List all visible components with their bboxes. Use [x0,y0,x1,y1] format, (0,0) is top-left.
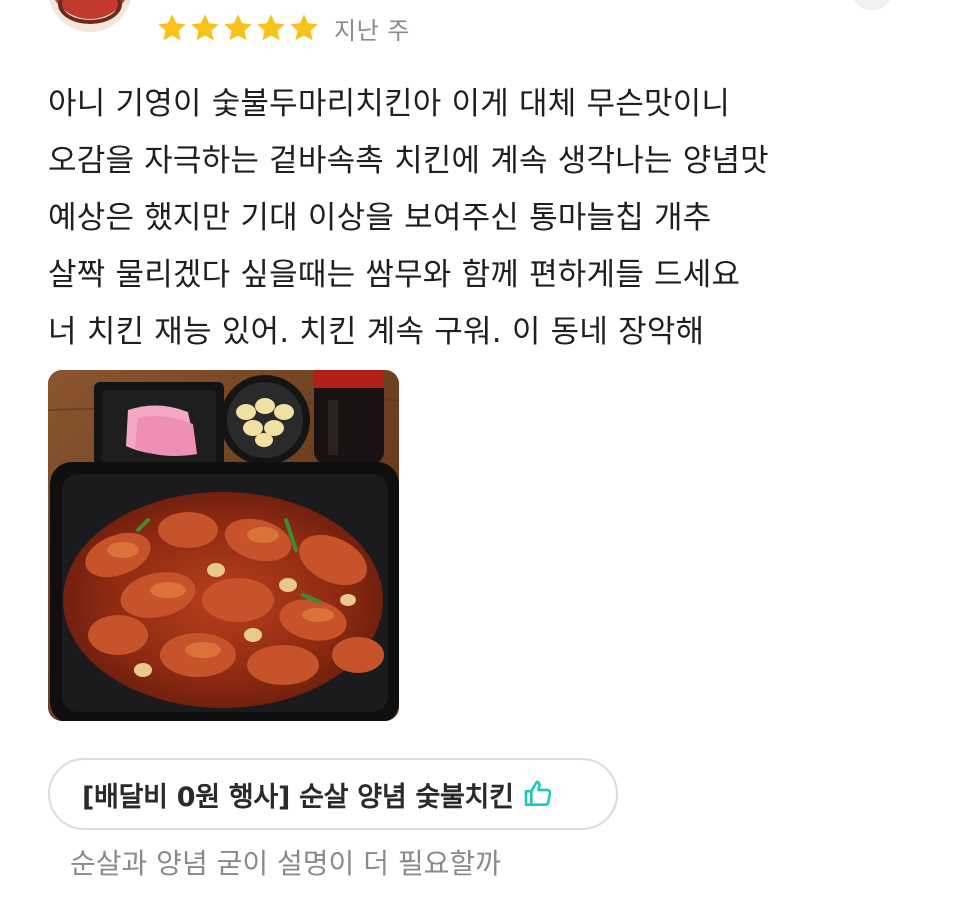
star-icon [158,14,186,41]
star-icon [224,14,252,41]
thumbs-up-icon [524,780,551,806]
review-time: 지난 주 [334,16,410,45]
star-rating [156,12,320,44]
review-line: 너 치킨 재능 있어. 치킨 계속 구워. 이 동네 장악해 [48,314,705,350]
star-icon [290,14,318,41]
reviewer-avatar[interactable] [48,0,132,32]
review-line: 아니 기영이 숯불두마리치킨아 이게 대체 무슨맛이니 [48,86,731,122]
food-photo [48,370,399,721]
avatar-icon [58,0,122,24]
review-body: 아니 기영이 숯불두마리치킨아 이게 대체 무슨맛이니 오감을 자극하는 겉바속… [48,76,928,361]
menu-caption: 순살과 양념 굳이 설명이 더 필요할까 [70,847,501,880]
menu-chip[interactable]: [배달비 0원 행사] 순살 양념 숯불치킨 [48,758,618,830]
review-line: 오감을 자극하는 겉바속촉 치킨에 계속 생각나는 양념맛 [48,143,769,179]
star-icon [257,14,285,41]
more-options-button[interactable] [850,0,894,10]
star-icon [191,14,219,41]
review-line: 살짝 물리겠다 싶을때는 쌈무와 함께 편하게들 드세요 [48,257,741,293]
menu-name: [배달비 0원 행사] 순살 양념 숯불치킨 [82,781,514,813]
rating-row: 지난 주 [156,8,410,48]
review-photo[interactable] [48,370,399,721]
review-line: 예상은 했지만 기대 이상을 보여주신 통마늘칩 개추 [48,200,712,236]
